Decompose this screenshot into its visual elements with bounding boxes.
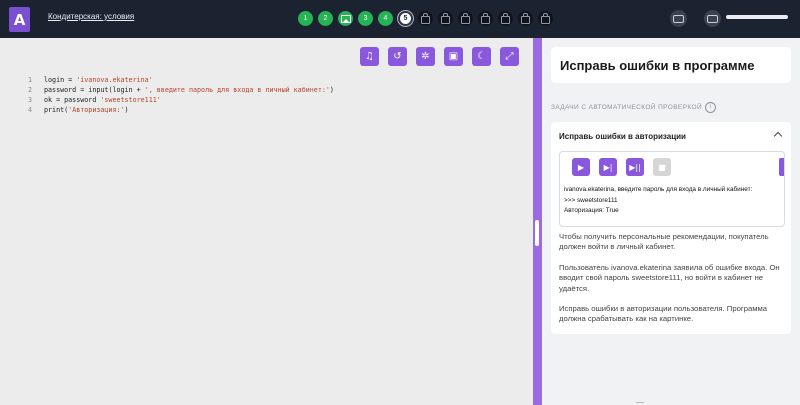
section-label: ЗАДАЧИ С АВТОМАТИЧЕСКОЙ ПРОВЕРКОЙ i: [551, 102, 717, 113]
step-locked[interactable]: [418, 11, 433, 26]
chat-icon[interactable]: [670, 10, 687, 27]
theme-moon-icon[interactable]: ☾: [472, 47, 491, 66]
save-icon[interactable]: ▣: [444, 47, 463, 66]
code-line[interactable]: 4 print('Авторизация:'): [0, 105, 334, 115]
output-line: >>> sweetstore111: [564, 196, 618, 204]
lock-icon: [481, 13, 490, 24]
code-token: input: [88, 86, 109, 94]
splitter-grip[interactable]: [535, 220, 539, 246]
notes-icon[interactable]: ♫: [360, 47, 379, 66]
exercise-header[interactable]: Исправь ошибки в авторизации: [559, 132, 686, 141]
code-token: 'Авторизация:': [68, 106, 125, 114]
app-logo[interactable]: A: [9, 7, 30, 32]
top-bar: A Кондитерская: условия 12 345: [0, 0, 800, 38]
step-done[interactable]: 2: [318, 11, 333, 26]
exercise-description: Чтобы получить персональные рекомендации…: [559, 232, 787, 335]
code-token: ): [124, 106, 129, 114]
user-chat-icon[interactable]: [704, 10, 721, 27]
code-lines[interactable]: 1 login = 'ivanova.ekaterina' 2 password = …: [0, 75, 334, 115]
program-output: ivanova.ekaterina, введите пароль для вх…: [564, 185, 752, 217]
chevron-up-icon[interactable]: [773, 131, 783, 141]
lock-icon: [521, 13, 530, 24]
bug-icon[interactable]: ✲: [416, 47, 435, 66]
play-icon[interactable]: ▶: [572, 158, 590, 176]
step-locked[interactable]: [538, 11, 553, 26]
description-paragraph: Исправь ошибки в авторизации пользовател…: [559, 304, 768, 324]
code-editor[interactable]: ♫ ↺ ✲ ▣ ☾ ⤢ 1 login = 'ivanova.ekaterina'…: [0, 38, 533, 405]
step-done[interactable]: 1: [298, 11, 313, 26]
image-icon: [340, 14, 351, 23]
lesson-steps: 12 345: [298, 11, 553, 26]
lock-icon: [441, 13, 450, 24]
step-locked[interactable]: [458, 11, 473, 26]
scroll-marker: [636, 402, 644, 403]
code-token: password =: [44, 86, 89, 94]
user-name-blurred[interactable]: [726, 15, 788, 19]
stop-icon[interactable]: ■: [653, 158, 671, 176]
program-runner: ▶ ▶| ▶|| ■ ivanova.ekaterina, введите па…: [559, 151, 785, 227]
editor-toolbar: ♫ ↺ ✲ ▣ ☾ ⤢: [360, 47, 519, 66]
step-done[interactable]: 4: [378, 11, 393, 26]
code-token: ): [329, 86, 334, 94]
code-line[interactable]: 3 ok = password 'sweetstore111': [0, 95, 334, 105]
info-icon[interactable]: i: [705, 102, 717, 113]
exercise-card: Исправь ошибки в авторизации ▶ ▶| ▶|| ■ …: [551, 122, 791, 334]
line-number: 1: [27, 76, 32, 84]
task-title: Исправь ошибки в программе: [551, 47, 791, 83]
step-done-image[interactable]: [338, 11, 353, 26]
panel-splitter[interactable]: [533, 38, 542, 405]
step-locked[interactable]: [498, 11, 513, 26]
step-locked[interactable]: [478, 11, 493, 26]
description-paragraph: Чтобы получить персональные рекомендации…: [559, 232, 769, 252]
code-token: 'sweetstore111': [100, 96, 161, 104]
fullscreen-icon[interactable]: ⤢: [500, 47, 519, 66]
description-paragraph: Пользователь ivanova.ekaterina заявила о…: [559, 262, 780, 293]
code-token: 'ivanova.ekaterina': [76, 76, 153, 84]
code-token: ok = password: [44, 96, 101, 104]
step-current[interactable]: 5: [398, 11, 413, 26]
code-line[interactable]: 1 login = 'ivanova.ekaterina': [0, 75, 334, 85]
line-number: 4: [27, 106, 32, 114]
lock-icon: [501, 13, 510, 24]
lock-icon: [421, 13, 430, 24]
task-panel: Исправь ошибки в программе ЗАДАЧИ С АВТО…: [542, 38, 800, 405]
step-locked[interactable]: [518, 11, 533, 26]
step-over-icon[interactable]: ▶||: [626, 158, 644, 176]
runner-side-tab[interactable]: [779, 158, 784, 176]
output-line: Авторизация: True: [564, 207, 619, 214]
lock-icon: [461, 13, 470, 24]
step-done[interactable]: 3: [358, 11, 373, 26]
line-number: 2: [27, 86, 32, 94]
code-token: (login +: [108, 86, 145, 94]
lock-icon: [541, 13, 550, 24]
undo-icon[interactable]: ↺: [388, 47, 407, 66]
code-token: ', введите пароль для входа в личный каб…: [144, 86, 330, 94]
output-line: ivanova.ekaterina, введите пароль для вх…: [564, 186, 753, 193]
step-locked[interactable]: [438, 11, 453, 26]
line-number: 3: [27, 96, 32, 104]
step-forward-icon[interactable]: ▶|: [599, 158, 617, 176]
course-title-link[interactable]: Кондитерская: условия: [48, 12, 134, 21]
code-token: print: [44, 106, 65, 114]
code-line[interactable]: 2 password = input (login + ', введите пар…: [0, 85, 334, 95]
section-label-text: ЗАДАЧИ С АВТОМАТИЧЕСКОЙ ПРОВЕРКОЙ: [551, 104, 703, 112]
code-token: login =: [44, 76, 77, 84]
